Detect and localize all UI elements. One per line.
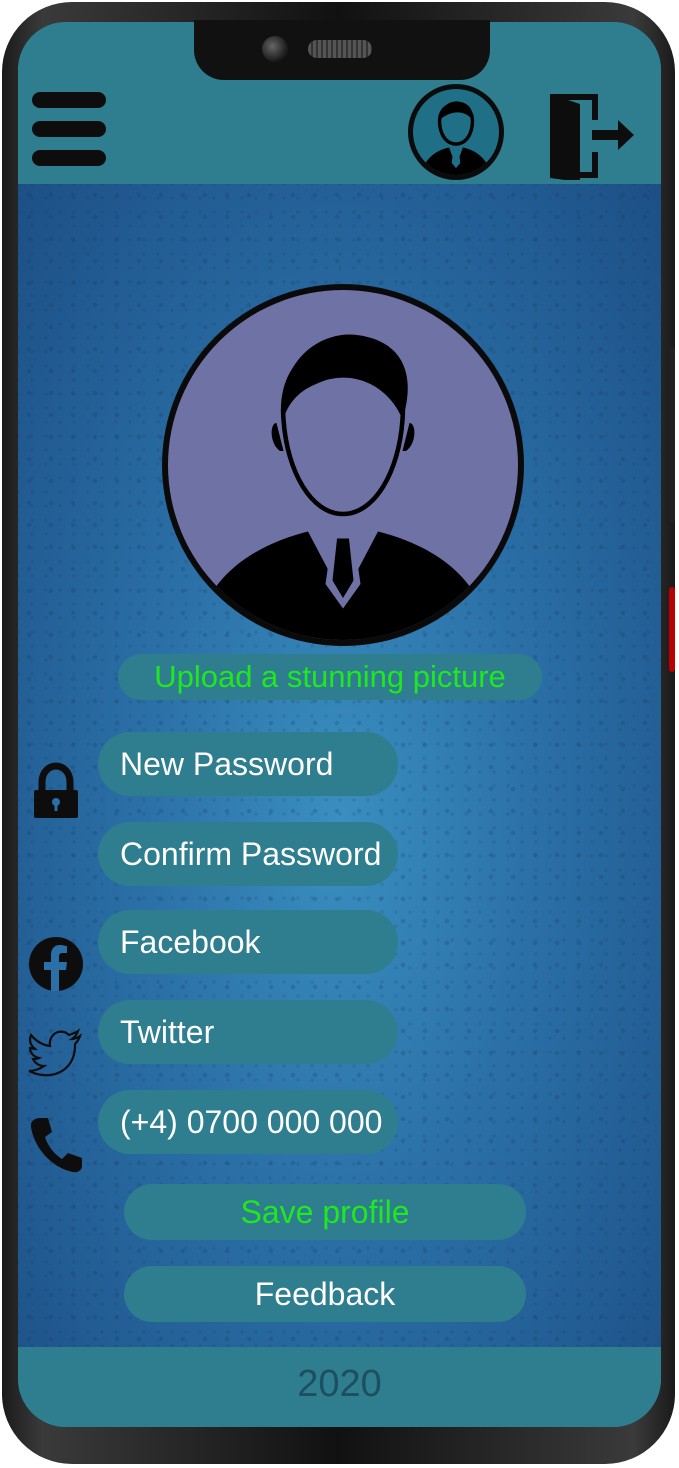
- profile-content: Upload a stunning picture New Password C…: [18, 184, 661, 1347]
- confirm-password-field[interactable]: Confirm Password: [98, 822, 398, 886]
- save-profile-button[interactable]: Save profile: [124, 1184, 526, 1240]
- facebook-field[interactable]: Facebook: [98, 910, 398, 974]
- twitter-icon: [28, 1024, 84, 1084]
- lock-icon: [28, 762, 84, 822]
- footer-year: 2020: [297, 1363, 382, 1405]
- app-footer: 2020: [18, 1347, 661, 1427]
- twitter-field[interactable]: Twitter: [98, 1000, 398, 1064]
- facebook-icon: [28, 934, 84, 994]
- logout-door-icon[interactable]: [546, 90, 636, 182]
- user-avatar-icon[interactable]: [408, 84, 504, 180]
- phone-icon: [28, 1114, 84, 1174]
- front-camera: [262, 36, 288, 62]
- profile-picture[interactable]: [162, 284, 524, 646]
- volume-button: [669, 347, 675, 522]
- hamburger-menu-icon[interactable]: [32, 92, 106, 166]
- upload-picture-button[interactable]: Upload a stunning picture: [118, 654, 542, 700]
- feedback-button[interactable]: Feedback: [124, 1266, 526, 1322]
- app-screen: Upload a stunning picture New Password C…: [18, 22, 661, 1427]
- user-avatar-icon: [168, 290, 518, 640]
- new-password-field[interactable]: New Password: [98, 732, 398, 796]
- phone-field[interactable]: (+4) 0700 000 000: [98, 1090, 398, 1154]
- earpiece-speaker: [308, 40, 372, 58]
- power-button: [669, 587, 675, 672]
- phone-frame: Upload a stunning picture New Password C…: [2, 2, 675, 1464]
